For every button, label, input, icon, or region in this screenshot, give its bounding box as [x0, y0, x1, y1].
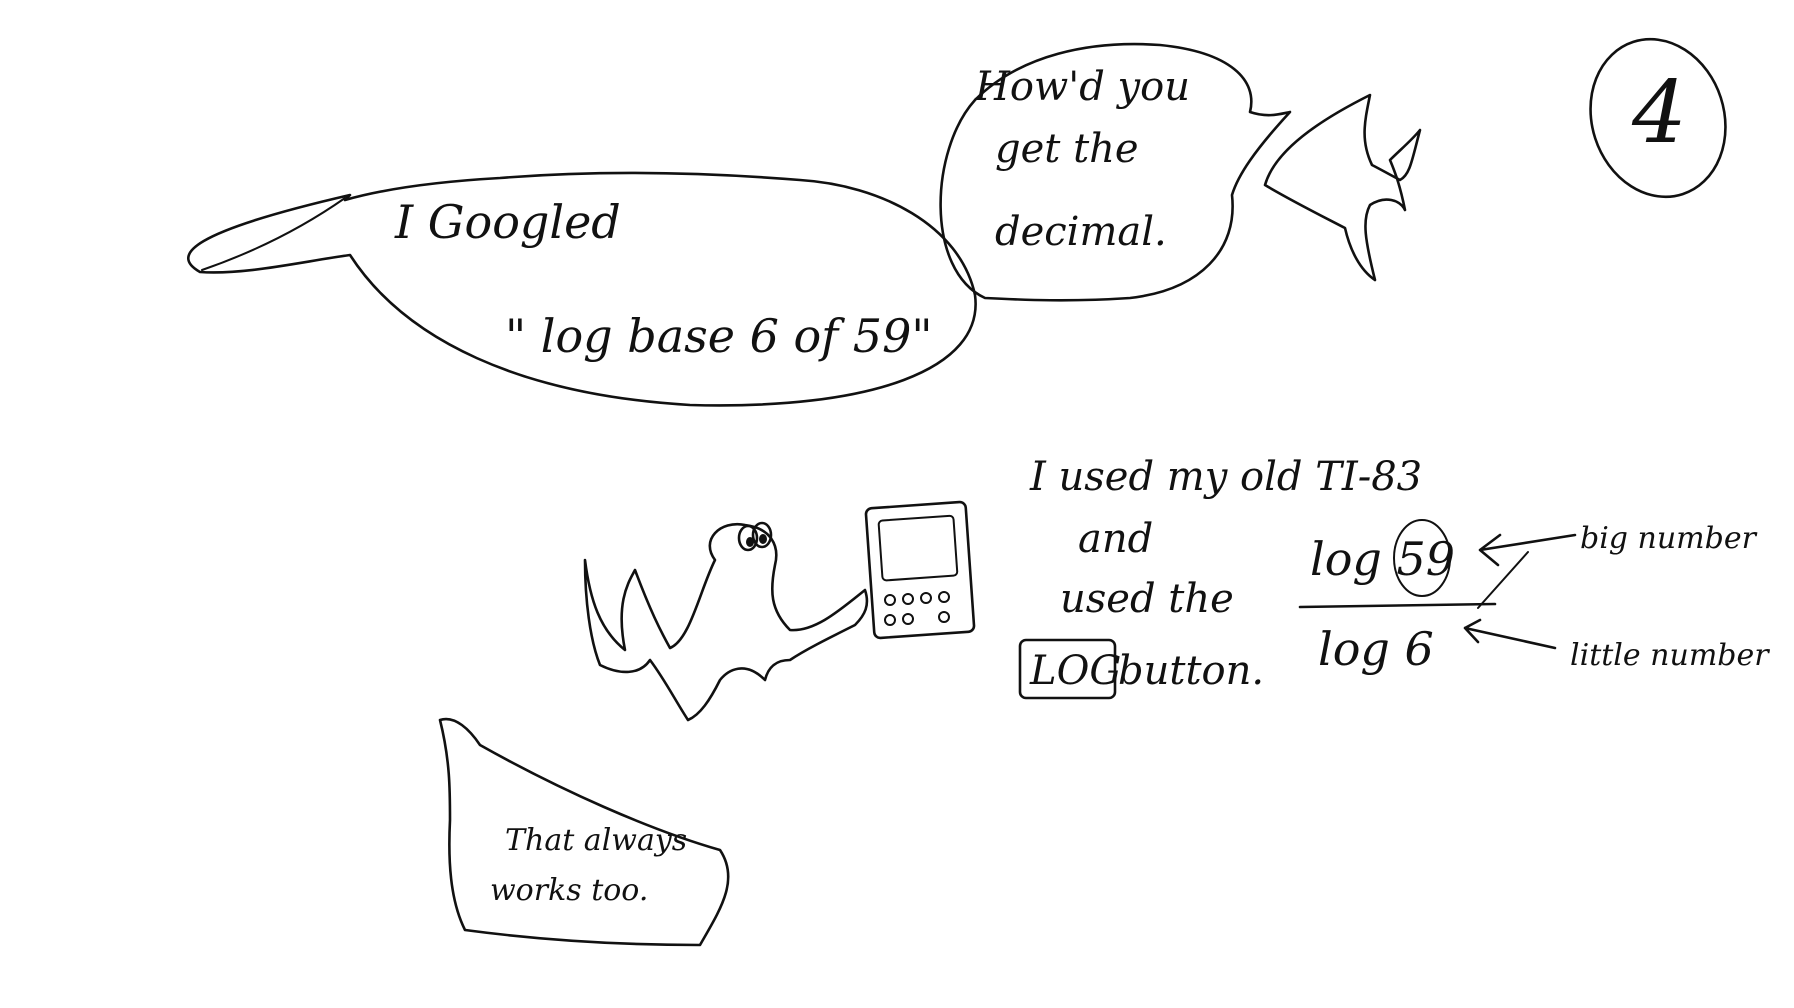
- calculator-icon: [864, 500, 976, 640]
- formula-denominator: log 6: [1318, 622, 1434, 676]
- speech-bubble-question: How'd you get the decimal.: [939, 42, 1292, 302]
- note-log-key: LOG: [1029, 648, 1121, 694]
- bubble-works-line2: works too.: [490, 873, 648, 908]
- log-formula: log 59 log 6 big number little number: [1298, 519, 1770, 676]
- page-number-badge: 4: [1589, 37, 1727, 199]
- formula-numerator: log 59: [1310, 532, 1455, 586]
- little-number-arrow: [1463, 618, 1557, 650]
- drawing-canvas: 4 I Googled " log base 6 of 59" How'd yo…: [187, 37, 1770, 947]
- big-number-label: big number: [1580, 521, 1758, 556]
- bubble-question-line2: get the: [995, 126, 1139, 172]
- speech-bubble-googled: I Googled " log base 6 of 59": [187, 171, 977, 407]
- note-line4: button.: [1118, 648, 1264, 694]
- note-line3: used the: [1060, 576, 1234, 622]
- fraction-bar: [1298, 602, 1497, 609]
- little-number-label-text: little number: [1570, 638, 1770, 673]
- speech-bubble-works: That always works too.: [438, 717, 730, 947]
- big-number-arrow: [1478, 533, 1577, 567]
- bubble-googled-line2: " log base 6 of 59": [505, 309, 933, 363]
- bubble-question-line3: decimal.: [995, 209, 1167, 255]
- page-number: 4: [1631, 63, 1687, 163]
- ghost-creature-icon: [583, 521, 869, 722]
- note-line2: and: [1078, 516, 1153, 562]
- bubble-question-line1: How'd you: [974, 64, 1190, 110]
- little-number-label: little number: [1570, 638, 1770, 673]
- note-line1: I used my old TI-83: [1029, 454, 1422, 500]
- bubble-works-line1: That always: [505, 823, 687, 858]
- fish-creature-icon: [1263, 93, 1422, 282]
- bubble-googled-line1: I Googled: [394, 195, 621, 249]
- comic-page: 4 I Googled " log base 6 of 59" How'd yo…: [0, 0, 1794, 1008]
